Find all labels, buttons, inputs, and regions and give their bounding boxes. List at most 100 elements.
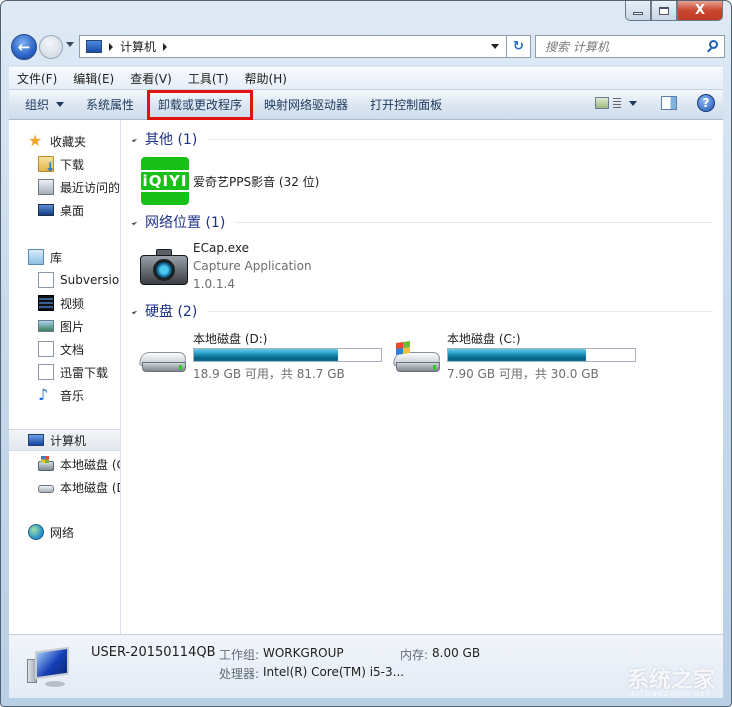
- picture-icon: [38, 320, 54, 332]
- search-box: [535, 35, 725, 58]
- breadcrumb-chevron-icon[interactable]: [163, 42, 168, 51]
- computer-icon: [27, 645, 73, 691]
- nav-subversion[interactable]: Subversion: [9, 269, 120, 291]
- library-icon: [38, 364, 54, 380]
- nav-label: 网络: [50, 525, 75, 540]
- watermark-url: XITONGZHIJIA.NET: [630, 690, 711, 698]
- iqiyi-logo-text: iQIYI: [138, 170, 192, 192]
- preview-pane-button[interactable]: [661, 96, 677, 110]
- memory-label: 内存:: [400, 648, 429, 662]
- nav-recent-places[interactable]: 最近访问的位置: [9, 176, 121, 198]
- nav-pictures[interactable]: 图片: [9, 315, 120, 337]
- drive-usage-fill: [448, 349, 586, 361]
- nav-label: 迅雷下载: [60, 365, 109, 380]
- menu-bar: 文件(F) 编辑(E) 查看(V) 工具(T) 帮助(H): [9, 67, 723, 89]
- navigation-bar: ← → 计算机 ↻: [9, 33, 725, 61]
- address-bar[interactable]: 计算机: [79, 35, 507, 58]
- processor-value: Intel(R) Core(TM) i5-3...: [263, 665, 405, 679]
- collapse-icon: [131, 219, 138, 225]
- recent-pages-dropdown[interactable]: [66, 42, 74, 47]
- document-icon: [38, 341, 54, 357]
- nav-drive-d[interactable]: 本地磁盘 (D:): [9, 476, 120, 498]
- camera-icon: [140, 247, 188, 287]
- nav-favorites[interactable]: ★ 收藏夹: [9, 130, 120, 152]
- search-icon[interactable]: [709, 40, 718, 49]
- change-view-icon[interactable]: [595, 97, 609, 109]
- view-details-icon: [613, 98, 621, 108]
- content-pane: 其他 (1) iQIYI 爱奇艺PPS影音 (32 位) 网络位置 (1) EC…: [122, 120, 723, 634]
- libraries-icon: [28, 249, 44, 265]
- close-button[interactable]: X: [677, 1, 723, 21]
- memory-value: 8.00 GB: [432, 646, 481, 660]
- nav-label: 收藏夹: [50, 134, 87, 149]
- star-icon: ★: [28, 131, 43, 150]
- group-label: 网络位置 (1): [145, 215, 226, 231]
- drive-title: 本地磁盘 (D:): [193, 332, 268, 346]
- back-arrow-icon: ←: [17, 38, 31, 56]
- system-properties-button[interactable]: 系统属性: [78, 93, 142, 117]
- nav-computer[interactable]: 计算机: [9, 429, 120, 451]
- uninstall-program-button[interactable]: 卸载或更改程序: [147, 89, 254, 120]
- open-control-panel-button[interactable]: 打开控制面板: [362, 93, 450, 117]
- downloads-folder-icon: [38, 156, 55, 174]
- computer-icon: [86, 40, 102, 53]
- view-options-dropdown[interactable]: [629, 100, 637, 106]
- refresh-button[interactable]: ↻: [507, 35, 531, 58]
- music-note-icon: ♪: [38, 385, 49, 404]
- group-header-hard-drives[interactable]: 硬盘 (2): [130, 301, 713, 321]
- drive-title: 本地磁盘 (C:): [447, 332, 521, 346]
- windows-logo-icon: [396, 341, 410, 355]
- nav-downloads[interactable]: 下载: [9, 153, 120, 175]
- nav-label: 下载: [60, 157, 85, 172]
- group-label: 硬盘 (2): [145, 304, 198, 320]
- group-label: 其他 (1): [145, 132, 198, 148]
- nav-videos[interactable]: 视频: [9, 292, 120, 314]
- breadcrumb-computer[interactable]: 计算机: [120, 38, 156, 55]
- nav-libraries[interactable]: 库: [9, 246, 120, 268]
- nav-label: 库: [50, 250, 63, 265]
- menu-file[interactable]: 文件(F): [9, 70, 65, 87]
- workgroup-label: 工作组:: [219, 648, 260, 662]
- nav-drive-c[interactable]: 本地磁盘 (C:): [9, 453, 120, 475]
- library-icon: [38, 272, 54, 288]
- maximize-button[interactable]: [651, 1, 677, 21]
- close-icon: X: [694, 3, 706, 18]
- nav-label: 最近访问的位置: [60, 180, 121, 195]
- nav-documents[interactable]: 文档: [9, 338, 120, 360]
- nav-thunder-downloads[interactable]: 迅雷下载: [9, 361, 120, 383]
- map-network-drive-button[interactable]: 映射网络驱动器: [256, 93, 356, 117]
- minimize-icon: [633, 12, 643, 15]
- breadcrumb-chevron-icon[interactable]: [109, 42, 113, 51]
- nav-network[interactable]: 网络: [9, 521, 120, 543]
- nav-label: 本地磁盘 (D:): [60, 480, 120, 495]
- view-controls: ?: [595, 94, 715, 112]
- nav-desktop[interactable]: 桌面: [9, 199, 120, 221]
- minimize-button[interactable]: [625, 1, 651, 21]
- main-area: ★ 收藏夹 下载 最近访问的位置 桌面 库 Subversion 视频 图片 文档…: [9, 120, 723, 634]
- search-input[interactable]: [536, 39, 696, 54]
- video-icon: [38, 295, 54, 311]
- nav-label: 本地磁盘 (C:): [60, 457, 120, 472]
- menu-help[interactable]: 帮助(H): [237, 70, 295, 87]
- workgroup-value: WORKGROUP: [263, 646, 344, 660]
- nav-music[interactable]: ♪ 音乐: [9, 384, 120, 406]
- desktop-icon: [38, 204, 54, 216]
- address-dropdown-icon[interactable]: [491, 44, 499, 49]
- command-bar: 组织 系统属性 卸载或更改程序 映射网络驱动器 打开控制面板 ?: [9, 89, 723, 120]
- refresh-icon: ↻: [513, 39, 524, 54]
- help-button[interactable]: ?: [697, 94, 715, 112]
- collapse-icon: [131, 136, 138, 142]
- system-drive-icon: [38, 456, 54, 471]
- organize-button[interactable]: 组织: [17, 93, 72, 117]
- group-header-network-locations[interactable]: 网络位置 (1): [130, 212, 713, 232]
- menu-view[interactable]: 查看(V): [122, 70, 180, 87]
- drive-usage-text: 18.9 GB 可用，共 81.7 GB: [193, 367, 345, 381]
- back-button[interactable]: ←: [11, 34, 37, 60]
- menu-edit[interactable]: 编辑(E): [65, 70, 122, 87]
- title-bar: X: [1, 1, 731, 31]
- forward-button[interactable]: →: [39, 35, 63, 59]
- nav-label: 图片: [60, 319, 85, 334]
- system-drive-icon: [392, 341, 442, 376]
- menu-tools[interactable]: 工具(T): [180, 70, 237, 87]
- group-header-other[interactable]: 其他 (1): [130, 129, 713, 149]
